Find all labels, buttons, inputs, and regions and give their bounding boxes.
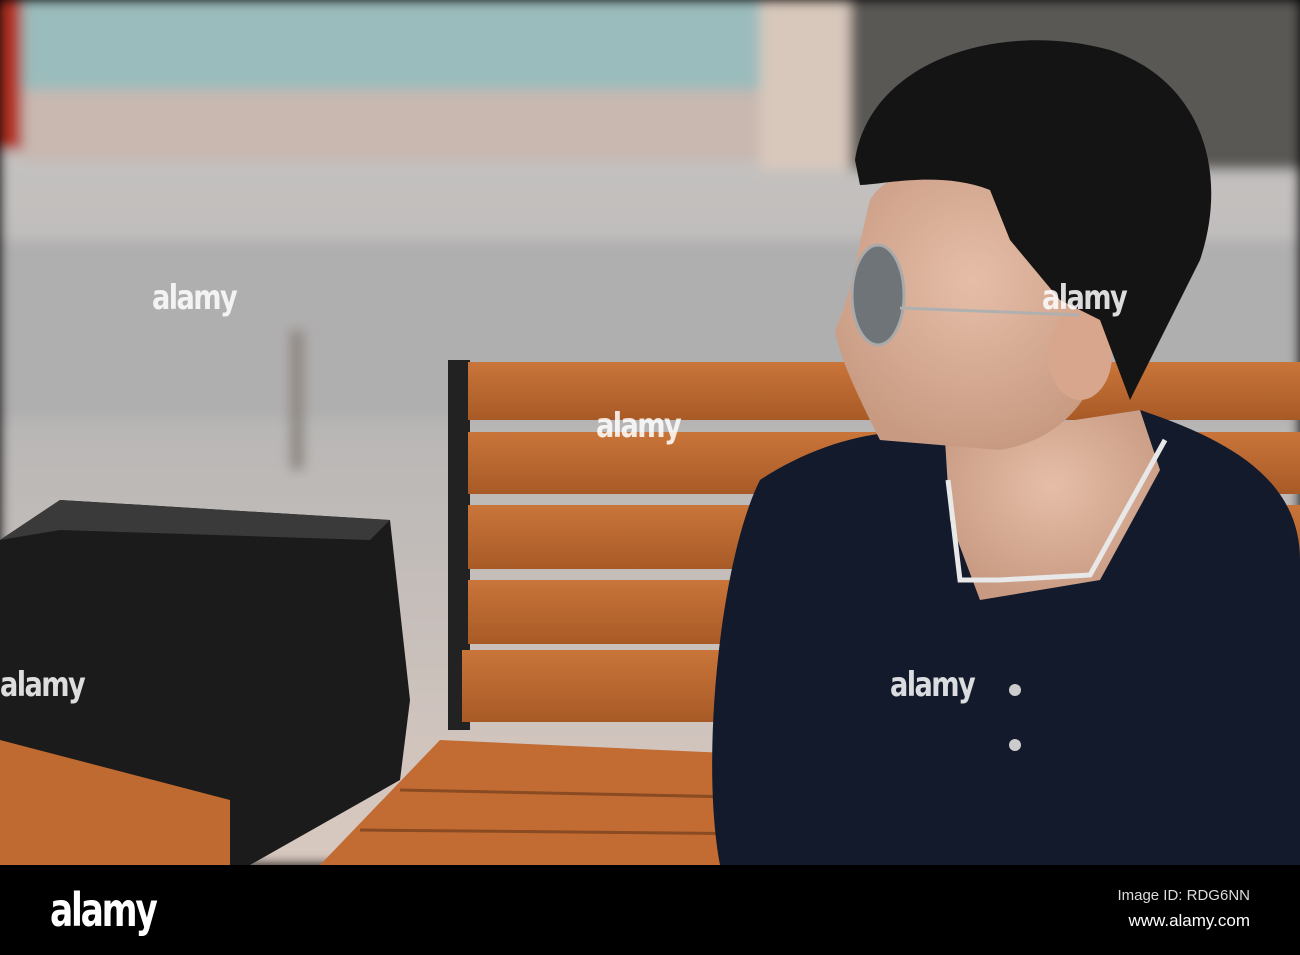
building-facade — [20, 0, 760, 90]
watermark: alamy — [152, 278, 238, 318]
watermark: alamy — [1042, 278, 1128, 318]
watermark: alamy — [890, 665, 976, 705]
shirt-button — [1009, 684, 1021, 696]
watermark: alamy — [0, 665, 86, 705]
footer-bar: alamy Image ID: RDG6NN www.alamy.com — [0, 865, 1300, 955]
watermark: alamy — [596, 406, 682, 446]
alamy-logo[interactable]: alamy — [50, 883, 158, 937]
image-id: Image ID: RDG6NN — [1117, 887, 1250, 904]
stock-photo-page: alamy alamy alamy alamy alamy alamy Imag… — [0, 0, 1300, 955]
site-url-link[interactable]: www.alamy.com — [1128, 911, 1250, 931]
